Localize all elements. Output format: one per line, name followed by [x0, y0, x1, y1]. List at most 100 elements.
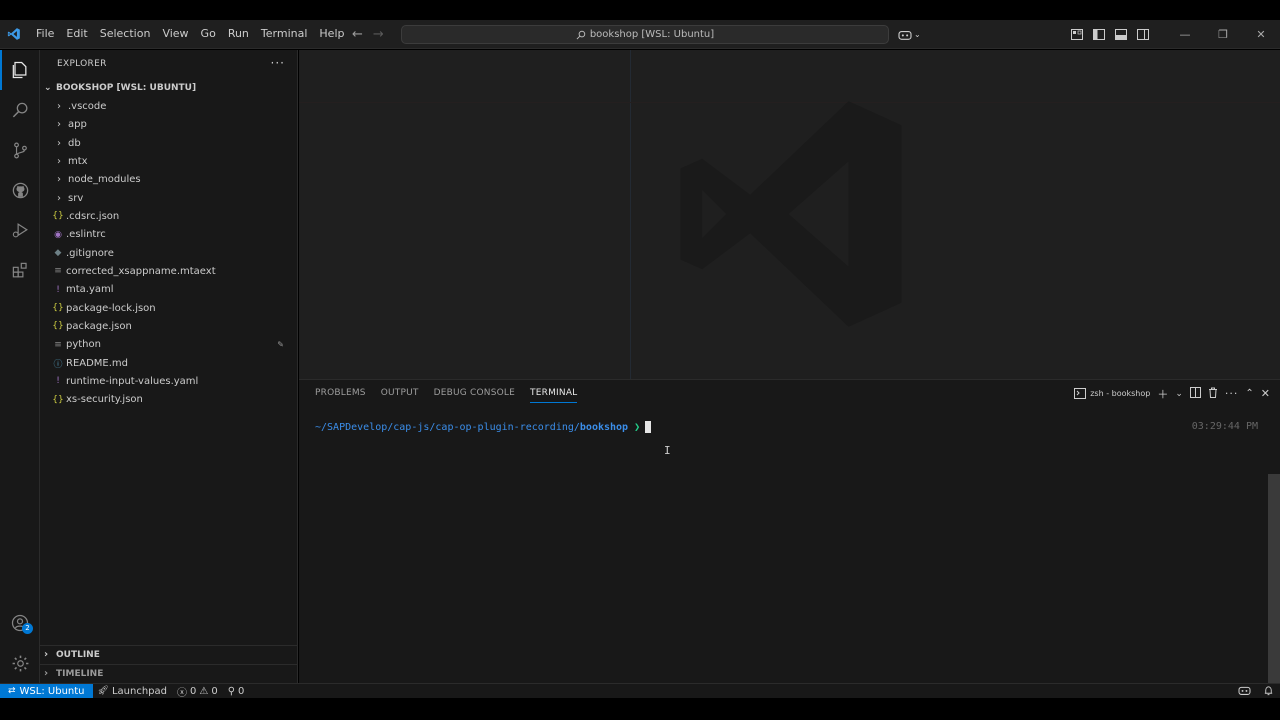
command-center-search[interactable]: bookshop [WSL: Ubuntu]: [401, 25, 889, 44]
menu-bar: File Edit Selection View Go Run Terminal…: [30, 23, 350, 45]
tree-item-eslintrc[interactable]: ◉ .eslintrc: [40, 226, 298, 244]
tree-item-gitignore[interactable]: ◆ .gitignore: [40, 244, 298, 262]
panel-actions: zsh - bookshop ＋ ⌄ ··· ⌃ ✕: [1074, 380, 1270, 407]
error-icon: ⓧ: [177, 687, 187, 699]
tree-item-runtime-yaml[interactable]: ! runtime-input-values.yaml: [40, 372, 298, 390]
tree-item-label: .cdsrc.json: [66, 210, 120, 222]
menu-help[interactable]: Help: [313, 23, 350, 45]
terminal-prompt-line[interactable]: ~/SAPDevelop/cap-js/cap-op-plugin-record…: [315, 421, 652, 433]
tree-item-readme[interactable]: ⓘ README.md: [40, 354, 298, 372]
new-terminal-icon[interactable]: ＋: [1157, 386, 1168, 402]
accounts-icon[interactable]: [0, 603, 40, 643]
remote-indicator[interactable]: ⇄ WSL: Ubuntu: [0, 683, 93, 699]
maximize-panel-icon[interactable]: ⌃: [1245, 388, 1253, 399]
chevron-right-icon: ›: [57, 155, 61, 167]
tree-item-label: package.json: [66, 320, 132, 332]
tab-debug-console[interactable]: DEBUG CONSOLE: [428, 380, 521, 407]
copilot-menu-button[interactable]: ⌄: [898, 20, 921, 49]
tree-item-label: .eslintrc: [66, 229, 106, 240]
copilot-status-icon[interactable]: [1238, 685, 1251, 699]
tab-terminal[interactable]: TERMINAL: [524, 380, 583, 407]
menu-file[interactable]: File: [30, 23, 60, 45]
panel-tabs: PROBLEMS OUTPUT DEBUG CONSOLE TERMINAL: [309, 380, 586, 407]
github-icon[interactable]: [0, 170, 40, 210]
terminal-scrollbar[interactable]: [1268, 474, 1280, 684]
menu-edit[interactable]: Edit: [60, 23, 93, 45]
editor-area[interactable]: [299, 50, 1280, 379]
json-file-icon: {}: [52, 321, 64, 331]
terminal-selector[interactable]: zsh - bookshop: [1074, 388, 1150, 399]
command-center-label: bookshop [WSL: Ubuntu]: [589, 29, 715, 40]
timeline-section[interactable]: › TIMELINE: [40, 664, 298, 682]
forward-arrow-icon[interactable]: →: [373, 27, 384, 42]
toggle-panel-icon[interactable]: [1110, 20, 1132, 49]
menu-view[interactable]: View: [156, 23, 194, 45]
chevron-down-icon[interactable]: ⌄: [1175, 389, 1183, 399]
chevron-right-icon: ›: [44, 668, 49, 679]
restore-icon[interactable]: ❐: [1204, 20, 1242, 49]
status-bar: ⇄ WSL: Ubuntu 🚀︎ Launchpad ⓧ 0 ⚠ 0 ⚲ 0: [0, 683, 1280, 699]
search-icon[interactable]: [0, 90, 40, 130]
close-window-icon[interactable]: ✕: [1242, 20, 1280, 49]
tree-item-xs-security-json[interactable]: {} xs-security.json: [40, 391, 298, 409]
tree-item-db[interactable]: › db: [40, 134, 298, 152]
menu-go[interactable]: Go: [195, 23, 222, 45]
tab-output[interactable]: OUTPUT: [375, 380, 425, 407]
more-actions-icon[interactable]: ···: [1225, 387, 1239, 400]
eslint-file-icon: ◉: [54, 229, 62, 240]
back-arrow-icon[interactable]: ←: [352, 27, 363, 42]
tree-item-app[interactable]: › app: [40, 116, 298, 134]
remote-icon: ⇄: [8, 686, 16, 696]
tree-item-mta-yaml[interactable]: ! mta.yaml: [40, 281, 298, 299]
outline-section[interactable]: › OUTLINE: [40, 645, 298, 663]
launchpad-item[interactable]: 🚀︎ Launchpad: [93, 686, 172, 697]
tree-item-label: xs-security.json: [66, 394, 143, 405]
more-actions-icon[interactable]: ···: [271, 56, 285, 70]
activity-bar: 2: [0, 50, 40, 683]
trash-icon[interactable]: [1208, 387, 1218, 401]
workspace-folder-label: BOOKSHOP [WSL: UBUNTU]: [56, 83, 197, 93]
terminal-name: zsh - bookshop: [1090, 389, 1151, 398]
notifications-bell-icon[interactable]: [1263, 685, 1274, 699]
text-file-icon: ≡: [54, 339, 62, 350]
extensions-icon[interactable]: [0, 250, 40, 290]
tree-item-package-lock-json[interactable]: {} package-lock.json: [40, 299, 298, 317]
ports-item[interactable]: ⚲ 0: [223, 686, 250, 697]
markdown-file-icon: ⓘ: [53, 359, 63, 370]
tree-item-label: app: [68, 119, 87, 130]
tree-item-label: db: [68, 137, 81, 149]
menu-selection[interactable]: Selection: [94, 23, 157, 45]
run-and-debug-icon[interactable]: [0, 210, 40, 250]
split-terminal-icon[interactable]: [1189, 386, 1201, 401]
menu-run[interactable]: Run: [222, 23, 255, 45]
tab-problems[interactable]: PROBLEMS: [309, 380, 372, 407]
json-file-icon: {}: [52, 211, 64, 221]
accounts-badge: 2: [22, 623, 33, 634]
pin-icon: ✎: [277, 340, 284, 349]
workspace-folder[interactable]: ⌄ BOOKSHOP [WSL: UBUNTU]: [40, 79, 298, 97]
toggle-primary-sidebar-icon[interactable]: [1088, 20, 1110, 49]
prompt-symbol: ❯: [634, 421, 641, 433]
tree-item-package-json[interactable]: {} package.json: [40, 317, 298, 335]
terminal-cursor: [645, 421, 652, 433]
yaml-file-icon: !: [56, 284, 60, 295]
yaml-file-icon: !: [56, 376, 60, 386]
explorer-icon[interactable]: [0, 50, 40, 90]
tree-item-mtaext[interactable]: ≡ corrected_xsappname.mtaext: [40, 262, 298, 280]
tree-item-srv[interactable]: › srv: [40, 189, 298, 207]
close-panel-icon[interactable]: ✕: [1261, 387, 1270, 400]
tree-item-label: .gitignore: [66, 247, 114, 259]
tree-item-node-modules[interactable]: › node_modules: [40, 171, 298, 189]
menu-terminal[interactable]: Terminal: [255, 23, 314, 45]
settings-gear-icon[interactable]: [0, 643, 40, 683]
toggle-secondary-sidebar-icon[interactable]: [1132, 20, 1154, 49]
tree-item-python[interactable]: ≡ python ✎: [40, 336, 298, 354]
tree-item-mtx[interactable]: › mtx: [40, 152, 298, 170]
source-control-icon[interactable]: [0, 130, 40, 170]
tree-item-cdsrc-json[interactable]: {} .cdsrc.json: [40, 207, 298, 225]
problems-item[interactable]: ⓧ 0 ⚠ 0: [172, 684, 223, 699]
minimize-icon[interactable]: —: [1166, 20, 1204, 49]
customize-layout-icon[interactable]: [1066, 20, 1088, 49]
terminal-cwd: bookshop: [579, 421, 629, 433]
tree-item-vscode[interactable]: › .vscode: [40, 97, 298, 115]
